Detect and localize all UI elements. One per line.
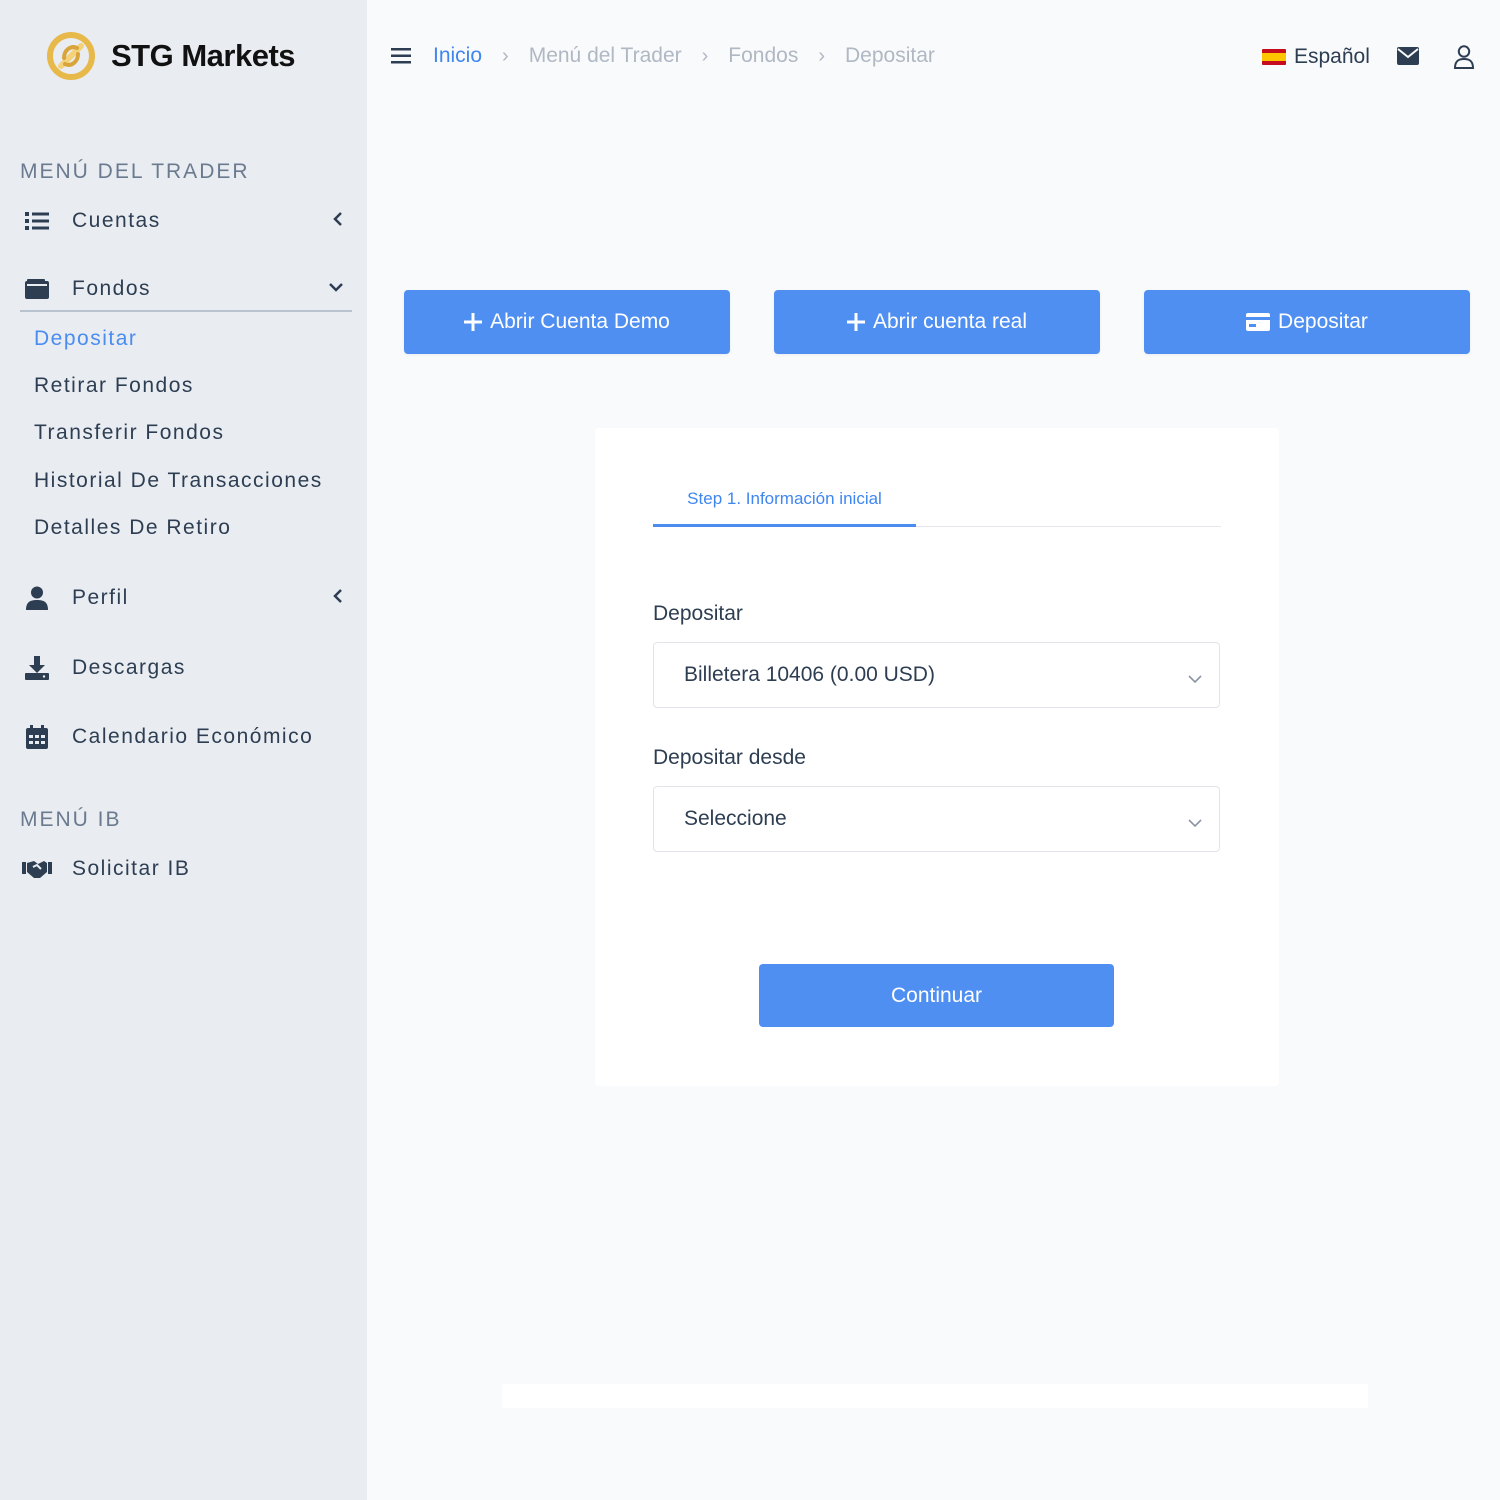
chevron-down-icon <box>328 280 344 299</box>
selected-value: Seleccione <box>684 807 787 830</box>
tab-step-1[interactable]: Step 1. Información inicial <box>653 474 916 527</box>
download-icon <box>20 656 54 680</box>
open-real-account-button[interactable]: Abrir cuenta real <box>774 290 1100 354</box>
step-tabs: Step 1. Información inicial <box>653 474 1221 527</box>
user-icon <box>20 586 54 610</box>
ib-menu-title: MENÚ IB <box>20 808 122 831</box>
sidebar-item-label: Cuentas <box>72 209 161 232</box>
open-demo-account-button[interactable]: Abrir Cuenta Demo <box>404 290 730 354</box>
footer-bar <box>502 1384 1368 1408</box>
spain-flag-icon <box>1262 49 1286 65</box>
calendar-icon <box>20 725 54 749</box>
handshake-icon <box>20 859 54 879</box>
credit-card-icon <box>1246 313 1271 331</box>
hamburger-menu-icon[interactable] <box>391 48 411 69</box>
continue-button[interactable]: Continuar <box>759 964 1114 1027</box>
sidebar-subitem-retirar-fondos[interactable]: Retirar Fondos <box>34 374 194 398</box>
plus-icon <box>464 313 483 331</box>
language-label: Español <box>1294 45 1370 68</box>
logo[interactable]: STG Markets <box>45 30 296 82</box>
wallet-icon <box>20 279 54 299</box>
breadcrumb: Inicio › Menú del Trader › Fondos › Depo… <box>433 44 935 68</box>
sidebar-subitem-transferir-fondos[interactable]: Transferir Fondos <box>34 421 224 445</box>
breadcrumb-fondos: Fondos <box>728 44 799 67</box>
sidebar-item-label: Solicitar IB <box>72 857 191 880</box>
selected-value: Billetera 10406 (0.00 USD) <box>684 663 935 686</box>
sidebar-item-label: Perfil <box>72 586 129 609</box>
trader-menu-title: MENÚ DEL TRADER <box>20 160 250 183</box>
stg-logo-icon <box>47 32 95 80</box>
button-label: Abrir cuenta real <box>872 310 1028 333</box>
brand-name: STG Markets <box>111 38 296 73</box>
sidebar-subitem-historial[interactable]: Historial De Transacciones <box>34 469 323 493</box>
sidebar: STG Markets MENÚ DEL TRADER Cuentas Fond… <box>0 0 367 1500</box>
sidebar-item-label: Fondos <box>72 277 152 300</box>
deposit-button[interactable]: Depositar <box>1144 290 1470 354</box>
sidebar-item-perfil[interactable]: Perfil <box>20 576 352 620</box>
sidebar-item-fondos[interactable]: Fondos <box>20 268 352 312</box>
chevron-left-icon <box>332 211 344 232</box>
user-account-icon[interactable] <box>1453 45 1475 74</box>
breadcrumb-separator: › <box>701 44 709 67</box>
chevron-left-icon <box>332 588 344 609</box>
breadcrumb-separator: › <box>818 44 826 67</box>
plus-icon <box>846 313 865 331</box>
sidebar-item-cuentas[interactable]: Cuentas <box>20 199 352 243</box>
sidebar-subitem-depositar[interactable]: Depositar <box>34 327 137 351</box>
chevron-down-icon <box>1187 667 1203 691</box>
deposit-form-card: Step 1. Información inicial Depositar Bi… <box>595 428 1279 1086</box>
breadcrumb-depositar: Depositar <box>845 44 935 67</box>
button-label: Depositar <box>1278 310 1368 333</box>
sidebar-subitem-detalles-retiro[interactable]: Detalles De Retiro <box>34 516 231 540</box>
button-label: Abrir Cuenta Demo <box>490 310 670 333</box>
breadcrumb-menu-trader: Menú del Trader <box>528 44 682 67</box>
breadcrumb-separator: › <box>502 44 509 67</box>
sidebar-item-label: Calendario Económico <box>72 725 314 748</box>
envelope-icon[interactable] <box>1397 47 1419 70</box>
breadcrumb-inicio[interactable]: Inicio <box>433 44 482 68</box>
deposit-from-label: Depositar desde <box>653 746 806 769</box>
top-header: Inicio › Menú del Trader › Fondos › Depo… <box>367 0 1500 118</box>
sidebar-item-label: Descargas <box>72 656 186 679</box>
list-icon <box>20 212 54 230</box>
sidebar-item-descargas[interactable]: Descargas <box>20 646 352 690</box>
deposit-to-label: Depositar <box>653 602 743 625</box>
deposit-from-select[interactable]: Seleccione <box>653 786 1220 852</box>
sidebar-item-solicitar-ib[interactable]: Solicitar IB <box>20 847 352 891</box>
deposit-account-select[interactable]: Billetera 10406 (0.00 USD) <box>653 642 1220 708</box>
chevron-down-icon <box>1187 811 1203 835</box>
language-selector[interactable]: Español <box>1262 45 1370 69</box>
sidebar-item-calendario[interactable]: Calendario Económico <box>20 715 352 759</box>
